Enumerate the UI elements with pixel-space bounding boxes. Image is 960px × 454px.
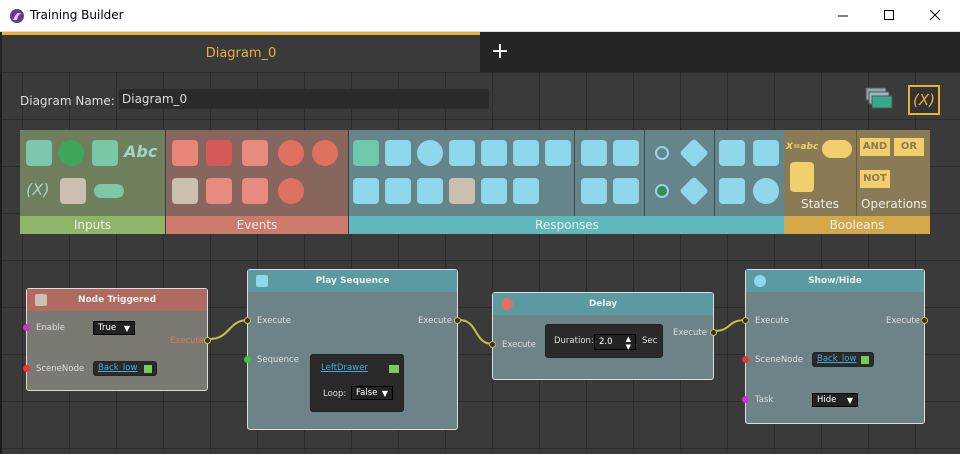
minimize-icon [837, 15, 848, 17]
play-sequence-header[interactable]: Play Sequence [248, 270, 457, 292]
sequence-pin[interactable] [244, 356, 251, 363]
scenenode-link[interactable]: Back_low [98, 363, 137, 373]
play-sequence-title: Play Sequence [315, 276, 390, 286]
scenenode-label: SceneNode [36, 364, 85, 374]
video-icon [256, 275, 268, 287]
spinner-icon[interactable]: ▲ ▼ [626, 335, 631, 351]
dropdown-arrow-icon: ▼ [123, 324, 130, 333]
diagram-canvas[interactable]: Diagram Name: (X) Abc (X) Inputs Events [2, 72, 960, 454]
delay-execute-out-pin[interactable] [710, 329, 717, 336]
loop-dropdown[interactable]: False ▼ [351, 386, 393, 400]
play-sequence-node[interactable]: Play Sequence Execute Execute Sequence L… [244, 269, 461, 430]
task-pin[interactable] [742, 396, 749, 403]
scenenode-pin[interactable] [23, 365, 30, 372]
duration-input[interactable]: 2.0 ▲ ▼ [594, 334, 636, 351]
trigger-execute-label: Execute [170, 336, 204, 346]
task-dropdown[interactable]: Hide ▼ [812, 393, 858, 407]
show-scenenode-label: SceneNode [755, 355, 804, 365]
sequence-settings-box: LeftDrawer Loop: False ▼ [310, 354, 404, 412]
delay-title: Delay [588, 299, 618, 309]
play-execute-in-label: Execute [257, 316, 291, 326]
show-scenenode-pin[interactable] [742, 356, 749, 363]
show-scenenode-field[interactable]: Back_low [812, 352, 874, 367]
scenenode-field[interactable]: Back_low [93, 361, 157, 376]
pointer-icon [35, 294, 47, 306]
eye-icon [754, 275, 766, 287]
app-logo-icon [10, 9, 24, 23]
enable-pin[interactable] [23, 324, 30, 331]
sequence-icon [389, 365, 399, 373]
node-triggered-title: Node Triggered [77, 295, 157, 305]
play-execute-out-pin[interactable] [454, 317, 461, 324]
dropdown-arrow-icon: ▼ [846, 396, 853, 405]
sequence-label: Sequence [257, 355, 299, 365]
drawer-link[interactable]: LeftDrawer [321, 363, 368, 373]
dropdown-arrow-icon: ▼ [381, 389, 388, 398]
timer-icon [501, 298, 513, 310]
show-execute-out-pin[interactable] [921, 317, 928, 324]
delay-node[interactable]: Delay Execute Execute Duration: 2.0 ▲ ▼ Se… [489, 292, 717, 380]
show-execute-in-label: Execute [755, 316, 789, 326]
delay-execute-out-label: Execute [673, 328, 707, 338]
task-label: Task [755, 395, 774, 405]
maximize-button[interactable] [866, 0, 912, 31]
add-tab-button[interactable]: + [482, 34, 518, 70]
close-icon [929, 10, 940, 21]
show-hide-node[interactable]: Show/Hide Execute Execute SceneNode Back… [742, 269, 928, 424]
show-hide-title: Show/Hide [808, 276, 862, 286]
tab-diagram-0[interactable]: Diagram_0 [2, 32, 480, 72]
cube-icon [144, 365, 152, 373]
window-title: Training Builder [30, 8, 124, 22]
play-execute-in-pin[interactable] [244, 317, 251, 324]
show-scenenode-link[interactable]: Back_low [817, 354, 856, 364]
loop-label: Loop: [323, 389, 347, 399]
node-triggered-header[interactable]: Node Triggered [27, 289, 207, 311]
enable-dropdown[interactable]: True ▼ [93, 321, 135, 335]
trigger-execute-out-pin[interactable] [204, 337, 211, 344]
title-bar: Training Builder [0, 0, 960, 32]
show-hide-header[interactable]: Show/Hide [746, 270, 924, 292]
minimize-button[interactable] [820, 0, 866, 31]
close-button[interactable] [912, 0, 958, 31]
duration-unit: Sec [642, 336, 658, 346]
duration-box: Duration: 2.0 ▲ ▼ Sec [545, 324, 663, 358]
show-execute-in-pin[interactable] [742, 317, 749, 324]
tab-bar: Diagram_0 + [0, 32, 960, 72]
enable-label: Enable [36, 323, 65, 333]
delay-execute-in-label: Execute [502, 340, 536, 350]
node-triggered-node[interactable]: Node Triggered Enable True ▼ Execute Scen… [23, 288, 211, 391]
show-execute-out-label: Execute [886, 316, 920, 326]
duration-label: Duration: [554, 336, 594, 346]
delay-execute-in-pin[interactable] [489, 341, 496, 348]
delay-header[interactable]: Delay [493, 293, 713, 315]
cube-icon [861, 356, 869, 364]
play-execute-out-label: Execute [418, 316, 452, 326]
maximize-icon [883, 10, 894, 20]
